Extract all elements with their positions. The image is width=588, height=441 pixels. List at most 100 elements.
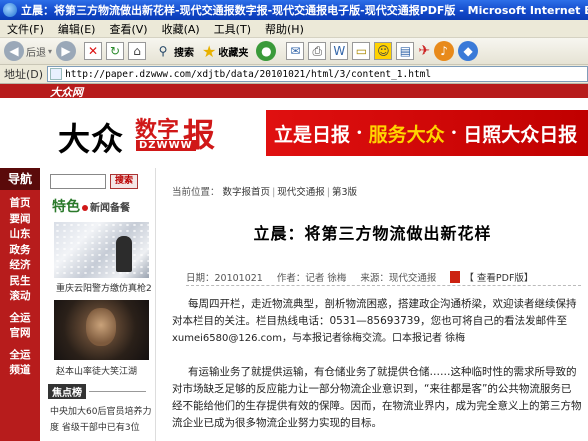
- breadcrumb-paper[interactable]: 现代交通报: [277, 187, 325, 198]
- mail-button[interactable]: ✉: [286, 40, 305, 63]
- bird-icon: ✈: [418, 43, 431, 59]
- photo-caption-2[interactable]: 赵本山率徒大笑江湖: [56, 364, 152, 377]
- menu-edit[interactable]: 编辑(E): [51, 21, 103, 37]
- home-button[interactable]: ⌂: [128, 40, 147, 63]
- menu-file[interactable]: 文件(F): [0, 21, 51, 37]
- forward-arrow-icon: ▶: [56, 41, 77, 61]
- p1-line-2: 对本栏目的关注。栏目热线电话：0531—85693739，您也可将自己的看法发邮…: [172, 315, 568, 327]
- photo-caption-1[interactable]: 重庆云阳警方缴仿真枪2: [56, 281, 152, 294]
- nav-item-news[interactable]: 要闻: [0, 212, 40, 228]
- view-pdf-label: 【 查看PDF版】: [464, 272, 534, 284]
- address-label: 地址(D): [4, 68, 44, 81]
- banner-text-3: 日照大众日报: [463, 123, 578, 146]
- p2-line-1: 有运输业务了就提供运输，有仓储业务了就提供仓储……这种临时性的需求所导致的: [188, 366, 577, 378]
- favorites-label: 收藏夹: [218, 47, 249, 59]
- print-button[interactable]: ⎙: [308, 40, 327, 63]
- music-button[interactable]: ♪: [434, 40, 455, 63]
- chevron-down-icon: ▾: [48, 46, 53, 56]
- bird-button[interactable]: ✈: [418, 40, 430, 63]
- nav-item-home[interactable]: 首页: [0, 196, 40, 212]
- p2-line-4: 流企业已成为很多物流企业努力实现的目标。: [172, 417, 382, 429]
- search-icon: ⚲: [158, 44, 168, 58]
- special-subtitle: 新闻备餐: [90, 203, 130, 214]
- menu-help[interactable]: 帮助(H): [258, 21, 311, 37]
- p1-line-1: 每周四开栏，走近物流典型，剖析物流困惑，搭建政企沟通桥梁，欢迎读者继续保持: [188, 298, 577, 310]
- breadcrumb: 当前位置： 数字报首页 | 现代交通报 | 第3版: [172, 187, 358, 198]
- refresh-icon: ↻: [106, 42, 125, 60]
- nav-item-channel[interactable]: 频道: [0, 363, 40, 379]
- menu-view[interactable]: 查看(V): [102, 21, 154, 37]
- article-meta: 日期：20101021 作者：记者 徐梅 来源：现代交通报 【 查看PDF版】: [186, 268, 581, 286]
- title-bar: 立晨：将第三方物流做出新花样-现代交通报数字报-现代交通报电子版-现代交通报PD…: [0, 0, 588, 20]
- site-search-input[interactable]: [50, 174, 106, 189]
- article-paragraph-1: 每周四开栏，走近物流典型，剖析物流困惑，搭建政企沟通桥梁，欢迎读者继续保持 对本…: [172, 296, 584, 347]
- article-date: 日期：20101021: [186, 272, 263, 284]
- ad-banner[interactable]: 立是日报 · 服务大众 · 日照大众日报: [266, 110, 588, 156]
- address-bar: 地址(D) http://paper.dzwww.com/xdjtb/data/…: [0, 65, 588, 84]
- edit-icon: W: [330, 42, 349, 60]
- breadcrumb-home[interactable]: 数字报首页: [223, 187, 271, 198]
- edit-button[interactable]: W: [330, 40, 349, 63]
- address-field[interactable]: http://paper.dzwww.com/xdjtb/data/201010…: [47, 66, 588, 82]
- search-button[interactable]: ⚲ 搜索: [154, 40, 194, 63]
- nav-header: 导航: [0, 168, 40, 190]
- nav-item-games-2[interactable]: 全运: [0, 348, 40, 364]
- web-page: 大众网 大众 数字 报 DZWWW 立是日报 · 服务大众 · 日照大众日报 导…: [0, 84, 588, 441]
- nav-item-livelihood[interactable]: 民生: [0, 274, 40, 290]
- print-icon: ⎙: [308, 42, 327, 60]
- breadcrumb-page[interactable]: 第3版: [332, 187, 357, 198]
- news-photo-zhao[interactable]: [54, 300, 149, 360]
- research-icon: ▤: [396, 42, 415, 60]
- p2-line-3: 经不能给他们的生存提供有效的保障。因而，在物流业界内，成为完全意义上的第三方物: [172, 400, 582, 412]
- masthead: 大众 数字 报 DZWWW 立是日报 · 服务大众 · 日照大众日报: [0, 98, 588, 168]
- news-photo-guns[interactable]: [54, 222, 149, 278]
- music-icon: ♪: [434, 41, 455, 61]
- discuss-button[interactable]: ▭: [352, 40, 371, 63]
- nav-item-games[interactable]: 全运: [0, 311, 40, 327]
- p2-line-2: 对市场缺乏足够的反应能力让一部分物流企业意识到，“来往都是客”的公共物流服务已: [172, 383, 572, 395]
- page-icon: [50, 68, 63, 80]
- banner-dot-2: ·: [450, 122, 458, 144]
- back-arrow-icon: ◀: [4, 41, 24, 61]
- messenger-button[interactable]: ☺: [374, 40, 393, 63]
- special-title: 特色: [52, 199, 80, 215]
- mail-icon: ✉: [286, 42, 305, 60]
- nav-item-rolling[interactable]: 滚动: [0, 289, 40, 305]
- menu-favorites[interactable]: 收藏(A): [155, 21, 207, 37]
- left-nav: 导航 首页 要闻 山东 政务 经济 民生 滚动 全运 官网 全运 频道: [0, 168, 40, 441]
- site-search-button[interactable]: 搜索: [110, 174, 138, 189]
- focus-news-2[interactable]: 度 省级干部中已有3位: [50, 420, 152, 433]
- back-label: 后退: [26, 47, 46, 59]
- focus-header: 焦点榜: [48, 383, 146, 399]
- stop-icon: ✕: [84, 42, 103, 60]
- nav-item-government[interactable]: 政务: [0, 243, 40, 259]
- star-icon: ★: [202, 41, 217, 61]
- focus-news-1[interactable]: 中央加大60后官员培养力: [50, 404, 152, 417]
- special-section-header: 特色 新闻备餐: [52, 196, 152, 216]
- view-pdf-link[interactable]: 【 查看PDF版】: [450, 270, 547, 284]
- forward-button[interactable]: ▶: [56, 40, 77, 63]
- stop-button[interactable]: ✕: [84, 40, 103, 63]
- address-url: http://paper.dzwww.com/xdjtb/data/201010…: [65, 68, 432, 80]
- tool-icon: ◆: [458, 41, 479, 61]
- article-paragraph-2: 有运输业务了就提供运输，有仓储业务了就提供仓储……这种临时性的需求所导致的 对市…: [172, 364, 584, 432]
- article-author: 作者：记者 徐梅: [276, 272, 347, 284]
- back-button[interactable]: ◀ 后退 ▾: [4, 40, 52, 63]
- article-source: 来源：现代交通报: [360, 272, 437, 284]
- tool-button[interactable]: ◆: [458, 40, 479, 63]
- side-column: 搜索 特色 新闻备餐 重庆云阳警方缴仿真枪2 赵本山率徒大笑江湖 焦点榜 中央加…: [42, 168, 152, 441]
- nav-item-economy[interactable]: 经济: [0, 258, 40, 274]
- nav-item-shandong[interactable]: 山东: [0, 227, 40, 243]
- nav-item-official-site[interactable]: 官网: [0, 326, 40, 342]
- article: 当前位置： 数字报首页 | 现代交通报 | 第3版 立晨：将第三方物流做出新花样 日期：…: [155, 168, 588, 441]
- refresh-button[interactable]: ↻: [106, 40, 125, 63]
- focus-label: 焦点榜: [48, 383, 86, 399]
- site-top-stripe: 大众网: [0, 84, 588, 99]
- research-button[interactable]: ▤: [396, 40, 415, 63]
- favorites-button[interactable]: ★ 收藏夹: [202, 40, 248, 63]
- media-button[interactable]: ●: [256, 40, 277, 63]
- toolbar: ◀ 后退 ▾ ▶ ✕ ↻ ⌂ ⚲ 搜索 ★ 收藏夹 ● ✉ ⎙ W ▭ ☺ ▤ …: [0, 38, 588, 65]
- menu-tools[interactable]: 工具(T): [207, 21, 258, 37]
- search-label: 搜索: [174, 47, 195, 59]
- window-title: 立晨：将第三方物流做出新花样-现代交通报数字报-现代交通报电子版-现代交通报PD…: [21, 4, 588, 17]
